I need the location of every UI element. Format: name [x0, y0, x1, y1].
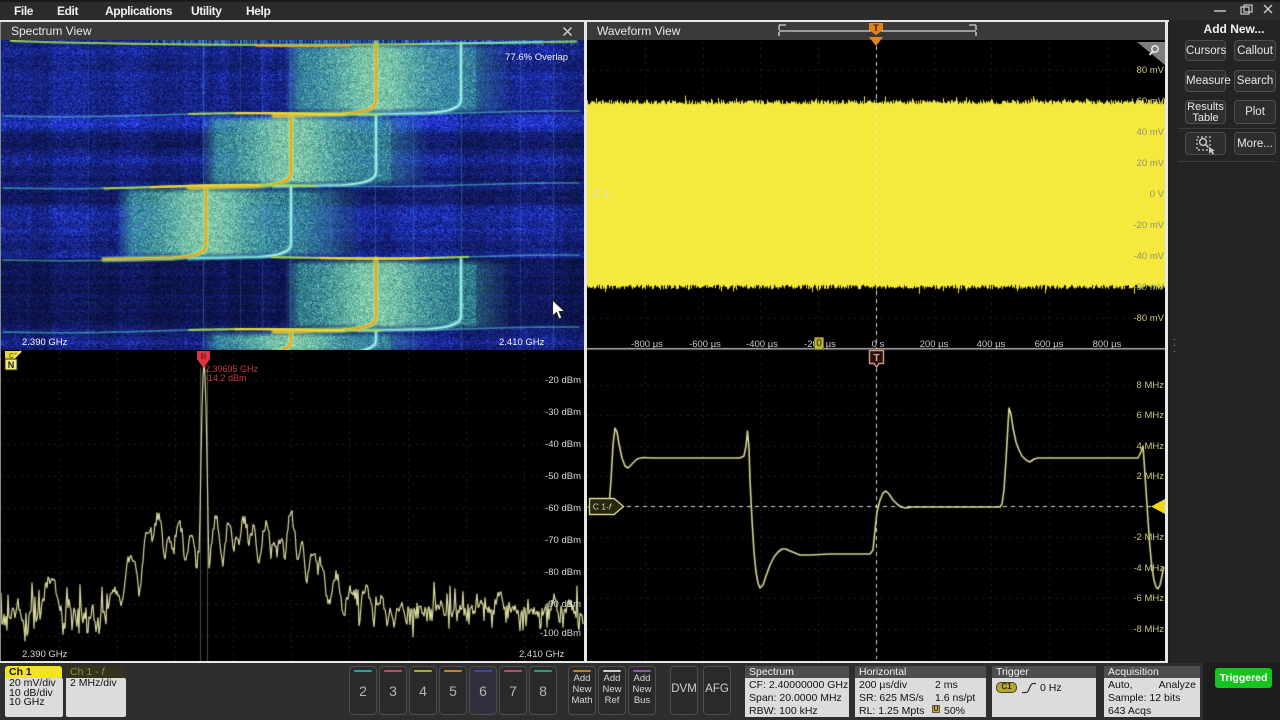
svg-text:T: T [873, 23, 879, 33]
svg-text:N: N [8, 360, 15, 370]
svg-text:T: T [873, 353, 879, 364]
svg-text:R: R [201, 353, 207, 362]
svg-text:C 1-f: C 1-f [593, 502, 613, 512]
